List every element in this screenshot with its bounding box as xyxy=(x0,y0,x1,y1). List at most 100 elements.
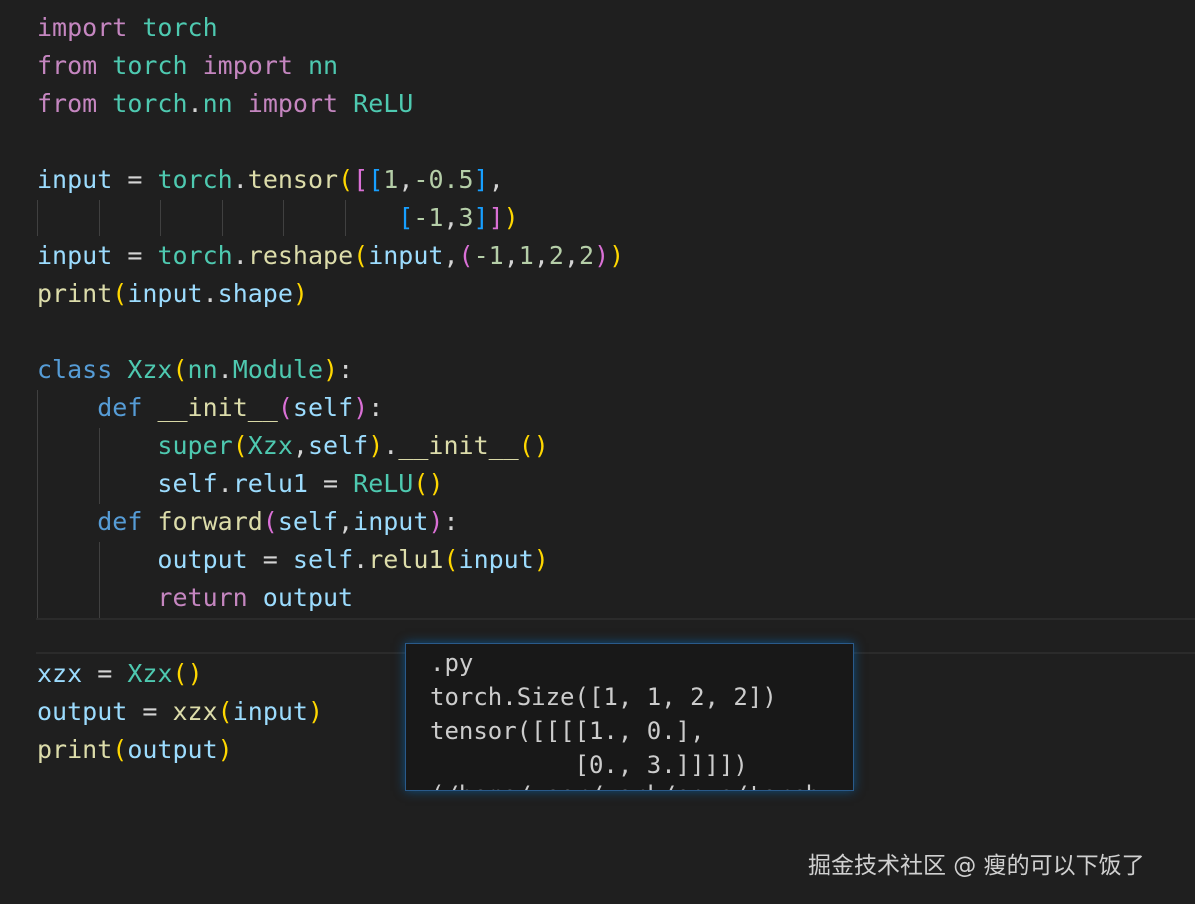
code-line[interactable]: super(Xzx,self).__init__() xyxy=(37,427,548,465)
output-popup[interactable]: .py torch.Size([1, 1, 2, 2]) tensor([[[[… xyxy=(405,643,854,791)
code-line[interactable]: input = torch.reshape(input,(-1,1,2,2)) xyxy=(37,237,624,275)
code-token: nn xyxy=(202,89,233,118)
code-token: ( xyxy=(112,735,128,764)
code-token: print xyxy=(37,735,113,764)
code-token: from xyxy=(37,51,98,80)
code-token: def xyxy=(97,507,143,536)
code-token: , xyxy=(503,241,519,270)
code-token: ( xyxy=(458,241,474,270)
code-token: , xyxy=(533,241,549,270)
code-token: . xyxy=(217,355,233,384)
code-token: ( xyxy=(172,355,188,384)
code-token: . xyxy=(187,89,203,118)
code-token: torch xyxy=(112,51,188,80)
code-token: [ xyxy=(353,165,369,194)
code-token: ) xyxy=(353,393,369,422)
code-line[interactable]: xzx = Xzx() xyxy=(37,655,203,693)
code-token: class xyxy=(37,355,113,384)
code-token: 1 xyxy=(518,241,534,270)
code-token: ( xyxy=(262,507,278,536)
code-token: ReLU xyxy=(353,469,414,498)
code-token: . xyxy=(353,545,369,574)
code-token: nn xyxy=(187,355,218,384)
code-token: ) xyxy=(187,659,203,688)
code-token: input xyxy=(368,241,444,270)
code-token: self xyxy=(292,545,354,574)
code-token: ) xyxy=(368,431,384,460)
code-line[interactable]: print(output) xyxy=(37,731,233,769)
code-token: = xyxy=(142,697,158,726)
code-token: -1 xyxy=(413,203,444,232)
code-token: shape xyxy=(217,279,293,308)
code-token: from xyxy=(37,89,98,118)
code-line[interactable]: output = xzx(input) xyxy=(37,693,323,731)
code-token: xzx xyxy=(172,697,218,726)
code-editor[interactable]: import torch from torch import nn from t… xyxy=(0,0,1195,904)
code-line[interactable]: [-1,3]]) xyxy=(37,199,518,237)
code-line[interactable]: return output xyxy=(37,579,353,617)
code-token: input xyxy=(37,241,113,270)
code-line[interactable]: import torch xyxy=(37,9,218,47)
code-token: output xyxy=(157,545,248,574)
code-token: , xyxy=(443,241,459,270)
code-line[interactable]: print(input.shape) xyxy=(37,275,308,313)
code-token: Xzx xyxy=(127,355,173,384)
code-token: ) xyxy=(533,545,549,574)
code-token: ) xyxy=(217,735,233,764)
code-token: output xyxy=(127,735,218,764)
code-token: torch xyxy=(157,165,233,194)
code-token: ) xyxy=(594,241,610,270)
code-token: = xyxy=(127,165,143,194)
code-token: relu1 xyxy=(232,469,308,498)
code-token: [ xyxy=(398,203,414,232)
code-token: def xyxy=(97,393,143,422)
code-token: . xyxy=(202,279,218,308)
code-line[interactable]: class Xzx(nn.Module): xyxy=(37,351,353,389)
code-token: , xyxy=(292,431,308,460)
code-token: : xyxy=(368,393,384,422)
code-token: ( xyxy=(518,431,534,460)
code-token: input xyxy=(232,697,308,726)
code-token: , xyxy=(488,165,504,194)
code-token: __init__ xyxy=(398,431,519,460)
code-token: ( xyxy=(413,469,429,498)
code-line[interactable]: output = self.relu1(input) xyxy=(37,541,549,579)
output-line: [0., 3.]]]]) xyxy=(430,751,748,779)
code-token: , xyxy=(338,507,354,536)
code-token: ( xyxy=(338,165,354,194)
code-token: output xyxy=(262,583,354,612)
code-token: return xyxy=(157,583,248,612)
code-line[interactable]: from torch.nn import ReLU xyxy=(37,85,413,123)
code-token: 2 xyxy=(579,241,595,270)
code-line[interactable]: from torch import nn xyxy=(37,47,338,85)
code-line[interactable]: def forward(self,input): xyxy=(37,503,459,541)
output-line: torch.Size([1, 1, 2, 2]) xyxy=(430,683,777,711)
watermark: 掘金技术社区 @ 瘦的可以下饭了 xyxy=(808,853,1145,879)
code-token: ] xyxy=(488,203,504,232)
code-token: = xyxy=(323,469,339,498)
code-token: import xyxy=(202,51,293,80)
code-token: : xyxy=(443,507,459,536)
code-token: Module xyxy=(232,355,324,384)
code-token: Xzx xyxy=(247,431,293,460)
code-token: nn xyxy=(307,51,339,80)
code-token: torch xyxy=(157,241,233,270)
code-token: tensor xyxy=(247,165,339,194)
code-token: ( xyxy=(112,279,128,308)
code-token: . xyxy=(383,431,399,460)
code-token: __init__ xyxy=(157,393,278,422)
code-token: self xyxy=(277,507,339,536)
code-line[interactable]: input = torch.tensor([[1,-0.5], xyxy=(37,161,504,199)
code-token: reshape xyxy=(247,241,354,270)
code-token: 2 xyxy=(548,241,564,270)
code-token: forward xyxy=(157,507,263,536)
code-token: ) xyxy=(292,279,308,308)
code-token: ) xyxy=(307,697,324,726)
code-token: ReLU xyxy=(353,89,414,118)
code-token: ] xyxy=(473,203,489,232)
code-token: ] xyxy=(473,165,489,194)
code-token: input xyxy=(458,545,534,574)
code-line[interactable]: self.relu1 = ReLU() xyxy=(37,465,443,503)
code-token: import xyxy=(37,13,128,42)
code-line[interactable]: def __init__(self): xyxy=(37,389,383,427)
